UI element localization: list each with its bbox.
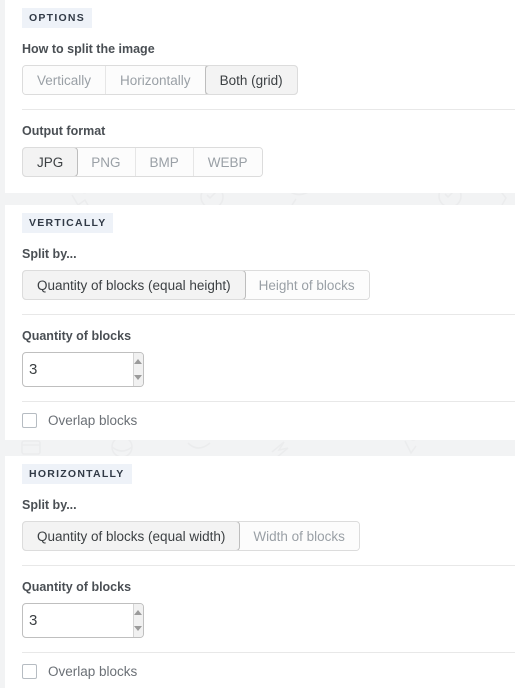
field-split-by-horizontal: Split by... Quantity of blocks (equal wi… <box>5 484 515 565</box>
section-header-horizontally: HORIZONTALLY <box>5 456 515 484</box>
quantity-input-vertical[interactable] <box>23 353 133 386</box>
arrow-up-icon <box>134 609 143 615</box>
quantity-stepper-horizontal[interactable] <box>22 603 144 638</box>
segment-option-webp[interactable]: WEBP <box>193 148 262 176</box>
segmented-control-split-mode[interactable]: Vertically Horizontally Both (grid) <box>22 65 298 95</box>
segment-option-width-of-blocks[interactable]: Width of blocks <box>239 522 359 550</box>
section-header-options: OPTIONS <box>5 0 515 28</box>
card-horizontally: HORIZONTALLY Split by... Quantity of blo… <box>5 456 515 688</box>
field-overlap-blocks-horizontal: Overlap blocks <box>5 653 515 688</box>
field-quantity-of-blocks-vertical: Quantity of blocks <box>5 315 515 401</box>
overlap-blocks-label[interactable]: Overlap blocks <box>48 413 137 428</box>
arrow-down-icon <box>134 375 143 381</box>
segmented-control-output-format[interactable]: JPG PNG BMP WEBP <box>22 147 263 177</box>
section-header-vertically: VERTICALLY <box>5 205 515 233</box>
segment-option-horizontally[interactable]: Horizontally <box>106 66 206 94</box>
segment-option-png[interactable]: PNG <box>77 148 136 176</box>
field-label: Split by... <box>22 498 77 512</box>
segment-option-vertically[interactable]: Vertically <box>23 66 107 94</box>
overlap-blocks-checkbox-vertical[interactable] <box>22 413 37 428</box>
segmented-control-split-by-horizontal[interactable]: Quantity of blocks (equal width) Width o… <box>22 521 360 551</box>
arrow-up-icon <box>134 358 143 364</box>
field-label: How to split the image <box>22 42 155 56</box>
stepper-decrement-button[interactable] <box>133 369 143 386</box>
segment-option-quantity-of-blocks-equal-width[interactable]: Quantity of blocks (equal width) <box>22 522 241 550</box>
decorative-background-strip-bottom <box>0 440 515 456</box>
card-options: OPTIONS How to split the image Verticall… <box>5 0 515 193</box>
segment-option-height-of-blocks[interactable]: Height of blocks <box>244 271 369 299</box>
field-overlap-blocks-vertical: Overlap blocks <box>5 402 515 440</box>
quantity-input-horizontal[interactable] <box>23 604 133 637</box>
field-quantity-of-blocks-horizontal: Quantity of blocks <box>5 566 515 652</box>
section-badge-label: VERTICALLY <box>22 213 114 233</box>
field-output-format: Output format JPG PNG BMP WEBP <box>5 110 515 191</box>
field-label: Quantity of blocks <box>22 329 132 343</box>
stepper-buttons <box>132 353 143 386</box>
field-label: Output format <box>22 124 106 138</box>
checkbox-row-overlap-horizontal[interactable]: Overlap blocks <box>22 653 515 688</box>
segment-option-both-grid[interactable]: Both (grid) <box>204 66 297 94</box>
section-badge-label: OPTIONS <box>22 8 93 28</box>
arrow-down-icon <box>134 626 143 632</box>
field-label: Quantity of blocks <box>22 580 132 594</box>
quantity-stepper-vertical[interactable] <box>22 352 144 387</box>
field-how-to-split: How to split the image Vertically Horizo… <box>5 28 515 109</box>
field-split-by-vertical: Split by... Quantity of blocks (equal he… <box>5 233 515 314</box>
card-vertically: VERTICALLY Split by... Quantity of block… <box>5 205 515 440</box>
segmented-control-split-by-vertical[interactable]: Quantity of blocks (equal height) Height… <box>22 270 370 300</box>
segment-option-quantity-of-blocks-equal-height[interactable]: Quantity of blocks (equal height) <box>22 271 246 299</box>
options-panel: OPTIONS How to split the image Verticall… <box>0 0 515 688</box>
field-label: Split by... <box>22 247 77 261</box>
section-badge-label: HORIZONTALLY <box>22 464 132 484</box>
decorative-background-strip-top <box>0 193 515 205</box>
stepper-buttons <box>132 604 143 637</box>
segment-option-jpg[interactable]: JPG <box>22 148 79 176</box>
checkbox-row-overlap-vertical[interactable]: Overlap blocks <box>22 402 515 440</box>
stepper-increment-button[interactable] <box>133 353 143 370</box>
stepper-decrement-button[interactable] <box>133 620 143 637</box>
overlap-blocks-checkbox-horizontal[interactable] <box>22 664 37 679</box>
stepper-increment-button[interactable] <box>133 604 143 621</box>
segment-option-bmp[interactable]: BMP <box>135 148 194 176</box>
overlap-blocks-label[interactable]: Overlap blocks <box>48 664 137 679</box>
